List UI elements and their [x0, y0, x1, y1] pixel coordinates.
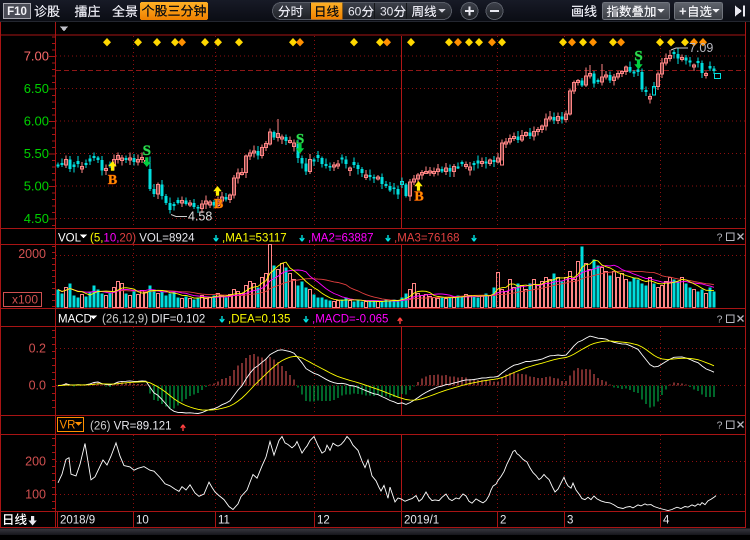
- svg-text:?: ?: [717, 420, 723, 432]
- svg-text:4: 4: [663, 515, 670, 527]
- svg-text:VR: VR: [60, 420, 76, 432]
- svg-text:B: B: [108, 173, 117, 188]
- svg-text:B: B: [414, 190, 423, 205]
- svg-text:200: 200: [25, 455, 46, 469]
- svg-text:6.50: 6.50: [24, 81, 49, 96]
- svg-text:,MA2=63887: ,MA2=63887: [308, 233, 374, 245]
- svg-text:30: 30: [380, 5, 394, 19]
- svg-text:0.0: 0.0: [29, 379, 46, 393]
- svg-text:2000: 2000: [18, 247, 46, 261]
- svg-text:100: 100: [25, 488, 46, 502]
- svg-text:2018/9: 2018/9: [60, 515, 95, 527]
- svg-text:(26) VR=89.121: (26) VR=89.121: [90, 421, 172, 433]
- svg-text:,MACD=-0.065: ,MACD=-0.065: [312, 314, 388, 326]
- svg-text:6.00: 6.00: [24, 114, 49, 129]
- svg-text:,MA3=76168: ,MA3=76168: [394, 233, 460, 245]
- svg-text:(5,10,20) VOL=8924: (5,10,20) VOL=8924: [90, 233, 195, 245]
- svg-text:(26,12,9) DIF=0.102: (26,12,9) DIF=0.102: [102, 314, 205, 326]
- svg-text:,DEA=0.135: ,DEA=0.135: [228, 314, 290, 326]
- svg-text:11: 11: [218, 515, 230, 527]
- svg-text:+: +: [679, 4, 687, 19]
- svg-text:4.58: 4.58: [188, 210, 212, 224]
- svg-text:2019/1: 2019/1: [404, 515, 439, 527]
- svg-text:x100: x100: [12, 293, 38, 307]
- svg-text:7.00: 7.00: [24, 49, 49, 64]
- svg-text:B: B: [214, 197, 223, 212]
- svg-text:?: ?: [717, 314, 723, 326]
- svg-text:S: S: [143, 143, 151, 159]
- svg-text:F10: F10: [7, 6, 27, 18]
- svg-text:3: 3: [567, 515, 573, 527]
- svg-text:4.50: 4.50: [24, 211, 49, 226]
- svg-text:0.2: 0.2: [29, 342, 46, 356]
- svg-text:12: 12: [317, 515, 330, 527]
- svg-text:?: ?: [717, 232, 723, 244]
- svg-text:VOL: VOL: [58, 233, 82, 245]
- svg-text:5.00: 5.00: [24, 179, 49, 194]
- svg-text:,MA1=53117: ,MA1=53117: [222, 233, 287, 245]
- svg-text:7.09: 7.09: [689, 41, 713, 55]
- svg-text:10: 10: [136, 515, 149, 527]
- svg-text:2: 2: [500, 515, 506, 527]
- svg-text:MACD: MACD: [58, 314, 92, 326]
- svg-text:5.50: 5.50: [24, 146, 49, 161]
- svg-text:60: 60: [348, 5, 362, 19]
